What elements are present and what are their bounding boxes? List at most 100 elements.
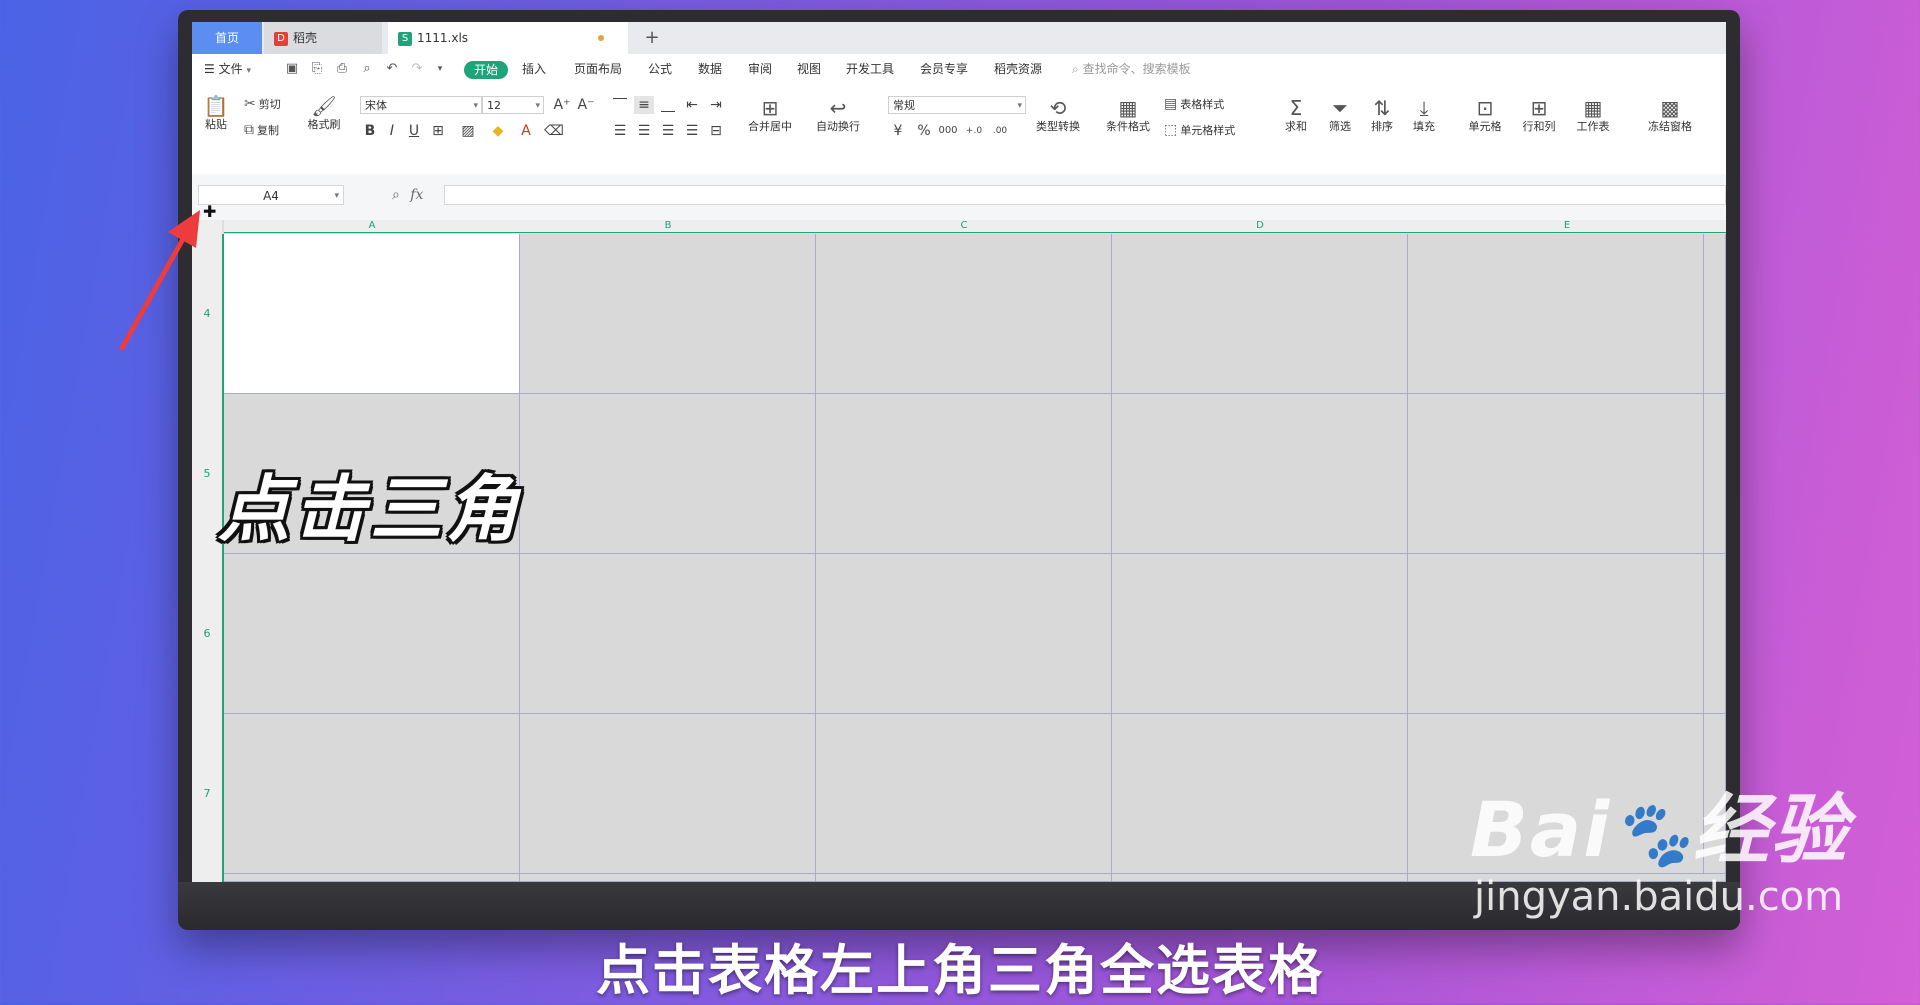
cell-c5[interactable] bbox=[816, 394, 1112, 554]
paste-button[interactable]: 📋 粘贴 bbox=[198, 94, 234, 132]
cell-e6[interactable] bbox=[1408, 554, 1704, 714]
tab-file[interactable]: S 1111.xls bbox=[388, 22, 628, 54]
undo-icon[interactable]: ↶ bbox=[384, 61, 400, 77]
zoom-icon[interactable]: ⌕ bbox=[392, 187, 400, 203]
tab-review[interactable]: 审阅 bbox=[748, 54, 772, 84]
sort-button[interactable]: ⇅ 排序 bbox=[1364, 96, 1400, 134]
increase-decimal-button[interactable]: +.0 bbox=[964, 122, 984, 140]
bold-button[interactable]: B bbox=[360, 122, 380, 140]
cell-d4[interactable] bbox=[1112, 234, 1408, 394]
align-right-icon[interactable]: ☰ bbox=[658, 122, 678, 140]
outdent-icon[interactable]: ⇤ bbox=[682, 96, 702, 114]
export-icon[interactable]: ⎘ bbox=[309, 61, 325, 77]
conditional-format-button[interactable]: ▦ 条件格式 bbox=[1100, 96, 1156, 134]
thousands-button[interactable]: 000 bbox=[938, 122, 958, 140]
decrease-font-icon[interactable]: A⁻ bbox=[576, 96, 596, 114]
tab-developer[interactable]: 开发工具 bbox=[846, 54, 894, 84]
distributed-icon[interactable]: ⊟ bbox=[706, 122, 726, 140]
cell-d7[interactable] bbox=[1112, 714, 1408, 874]
merge-center-button[interactable]: ⊞ 合并居中 bbox=[740, 96, 800, 134]
tab-page-layout[interactable]: 页面布局 bbox=[574, 54, 622, 84]
currency-button[interactable]: ¥ bbox=[888, 122, 908, 140]
align-left-icon[interactable]: ☰ bbox=[610, 122, 630, 140]
fill-pattern-icon[interactable]: ▨ bbox=[458, 122, 478, 140]
fill-color-icon[interactable]: ◆ bbox=[488, 122, 508, 140]
tab-start[interactable]: 开始 bbox=[464, 61, 509, 79]
col-header-a[interactable]: A bbox=[224, 220, 520, 233]
redo-icon[interactable]: ↷ bbox=[409, 61, 425, 77]
tab-home[interactable]: 首页 bbox=[192, 22, 262, 54]
eraser-icon[interactable]: ⌫ bbox=[544, 122, 564, 140]
font-color-icon[interactable]: A bbox=[516, 122, 536, 140]
cell-e4[interactable] bbox=[1408, 234, 1704, 394]
align-middle-icon[interactable]: ≡ bbox=[634, 96, 654, 114]
row-header-7[interactable]: 7 bbox=[192, 714, 222, 874]
cut-button[interactable]: ✂ 剪切 bbox=[244, 96, 281, 112]
file-menu[interactable]: ☰ 文件 ▾ bbox=[204, 54, 251, 84]
cell-c8[interactable] bbox=[816, 874, 1112, 882]
cell-c4[interactable] bbox=[816, 234, 1112, 394]
align-center-icon[interactable]: ☰ bbox=[634, 122, 654, 140]
col-header-d[interactable]: D bbox=[1112, 220, 1408, 233]
filter-button[interactable]: ⏷ 筛选 bbox=[1322, 96, 1358, 134]
font-size-select[interactable]: 12 ▾ bbox=[482, 96, 544, 114]
cell-b6[interactable] bbox=[520, 554, 816, 714]
col-header-b[interactable]: B bbox=[520, 220, 816, 233]
cell-f4[interactable] bbox=[1704, 234, 1726, 394]
print-icon[interactable]: ⎙ bbox=[334, 61, 350, 77]
italic-button[interactable]: I bbox=[382, 122, 402, 140]
copy-button[interactable]: ⧉ 复制 bbox=[244, 122, 279, 138]
col-header-c[interactable]: C bbox=[816, 220, 1112, 233]
name-box[interactable]: A4 ▾ bbox=[198, 185, 344, 205]
save-icon[interactable]: ▣ bbox=[284, 61, 300, 77]
indent-icon[interactable]: ⇥ bbox=[706, 96, 726, 114]
cell-style-button[interactable]: ⬚ 单元格样式 bbox=[1164, 122, 1235, 138]
cell-a7[interactable] bbox=[224, 714, 520, 874]
type-convert-button[interactable]: ⟲ 类型转换 bbox=[1028, 96, 1088, 134]
tab-data[interactable]: 数据 bbox=[698, 54, 722, 84]
number-format-select[interactable]: 常规 ▾ bbox=[888, 96, 1026, 114]
cell-d5[interactable] bbox=[1112, 394, 1408, 554]
tab-daoke[interactable]: D 稻壳 bbox=[264, 22, 382, 54]
cell-f5[interactable] bbox=[1704, 394, 1726, 554]
table-style-button[interactable]: ▤ 表格样式 bbox=[1164, 96, 1224, 112]
quick-access-chevron-icon[interactable]: ▾ bbox=[432, 61, 448, 77]
cell-c7[interactable] bbox=[816, 714, 1112, 874]
tab-daoke-resources[interactable]: 稻壳资源 bbox=[994, 54, 1042, 84]
increase-font-icon[interactable]: A⁺ bbox=[552, 96, 572, 114]
format-painter-button[interactable]: 🖌 格式刷 bbox=[304, 94, 344, 132]
cell-b7[interactable] bbox=[520, 714, 816, 874]
decrease-decimal-button[interactable]: .00 bbox=[990, 122, 1010, 140]
underline-button[interactable]: U bbox=[404, 122, 424, 140]
freeze-panes-button[interactable]: ▩ 冻结窗格 bbox=[1642, 96, 1698, 134]
cell-e5[interactable] bbox=[1408, 394, 1704, 554]
cell-a8[interactable] bbox=[224, 874, 520, 882]
percent-button[interactable]: % bbox=[914, 122, 934, 140]
row-header-8[interactable] bbox=[192, 874, 222, 882]
fx-icon[interactable]: fx bbox=[410, 187, 423, 203]
cell-b4[interactable] bbox=[520, 234, 816, 394]
print-preview-icon[interactable]: ⌕ bbox=[359, 61, 375, 77]
justify-icon[interactable]: ☰ bbox=[682, 122, 702, 140]
cell-f6[interactable] bbox=[1704, 554, 1726, 714]
cell-a4[interactable] bbox=[224, 234, 520, 394]
formula-input[interactable] bbox=[444, 185, 1726, 205]
cell-d6[interactable] bbox=[1112, 554, 1408, 714]
tab-member[interactable]: 会员专享 bbox=[920, 54, 968, 84]
cell-b8[interactable] bbox=[520, 874, 816, 882]
cell-a6[interactable] bbox=[224, 554, 520, 714]
border-icon[interactable]: ⊞ bbox=[428, 122, 448, 140]
tab-formula[interactable]: 公式 bbox=[648, 54, 672, 84]
cell-b5[interactable] bbox=[520, 394, 816, 554]
fill-button[interactable]: ⤓ 填充 bbox=[1406, 96, 1442, 134]
tab-view[interactable]: 视图 bbox=[797, 54, 821, 84]
row-header-6[interactable]: 6 bbox=[192, 554, 222, 714]
cell-c6[interactable] bbox=[816, 554, 1112, 714]
row-col-button[interactable]: ⊞ 行和列 bbox=[1516, 96, 1562, 134]
sum-button[interactable]: Σ 求和 bbox=[1278, 96, 1314, 134]
wrap-text-button[interactable]: ↩ 自动换行 bbox=[808, 96, 868, 134]
font-name-select[interactable]: 宋体 ▾ bbox=[360, 96, 482, 114]
cells-button[interactable]: ⊡ 单元格 bbox=[1462, 96, 1508, 134]
command-search[interactable]: ⌕ 查找命令、搜索模板 bbox=[1072, 54, 1191, 84]
worksheet-button[interactable]: ▦ 工作表 bbox=[1570, 96, 1616, 134]
